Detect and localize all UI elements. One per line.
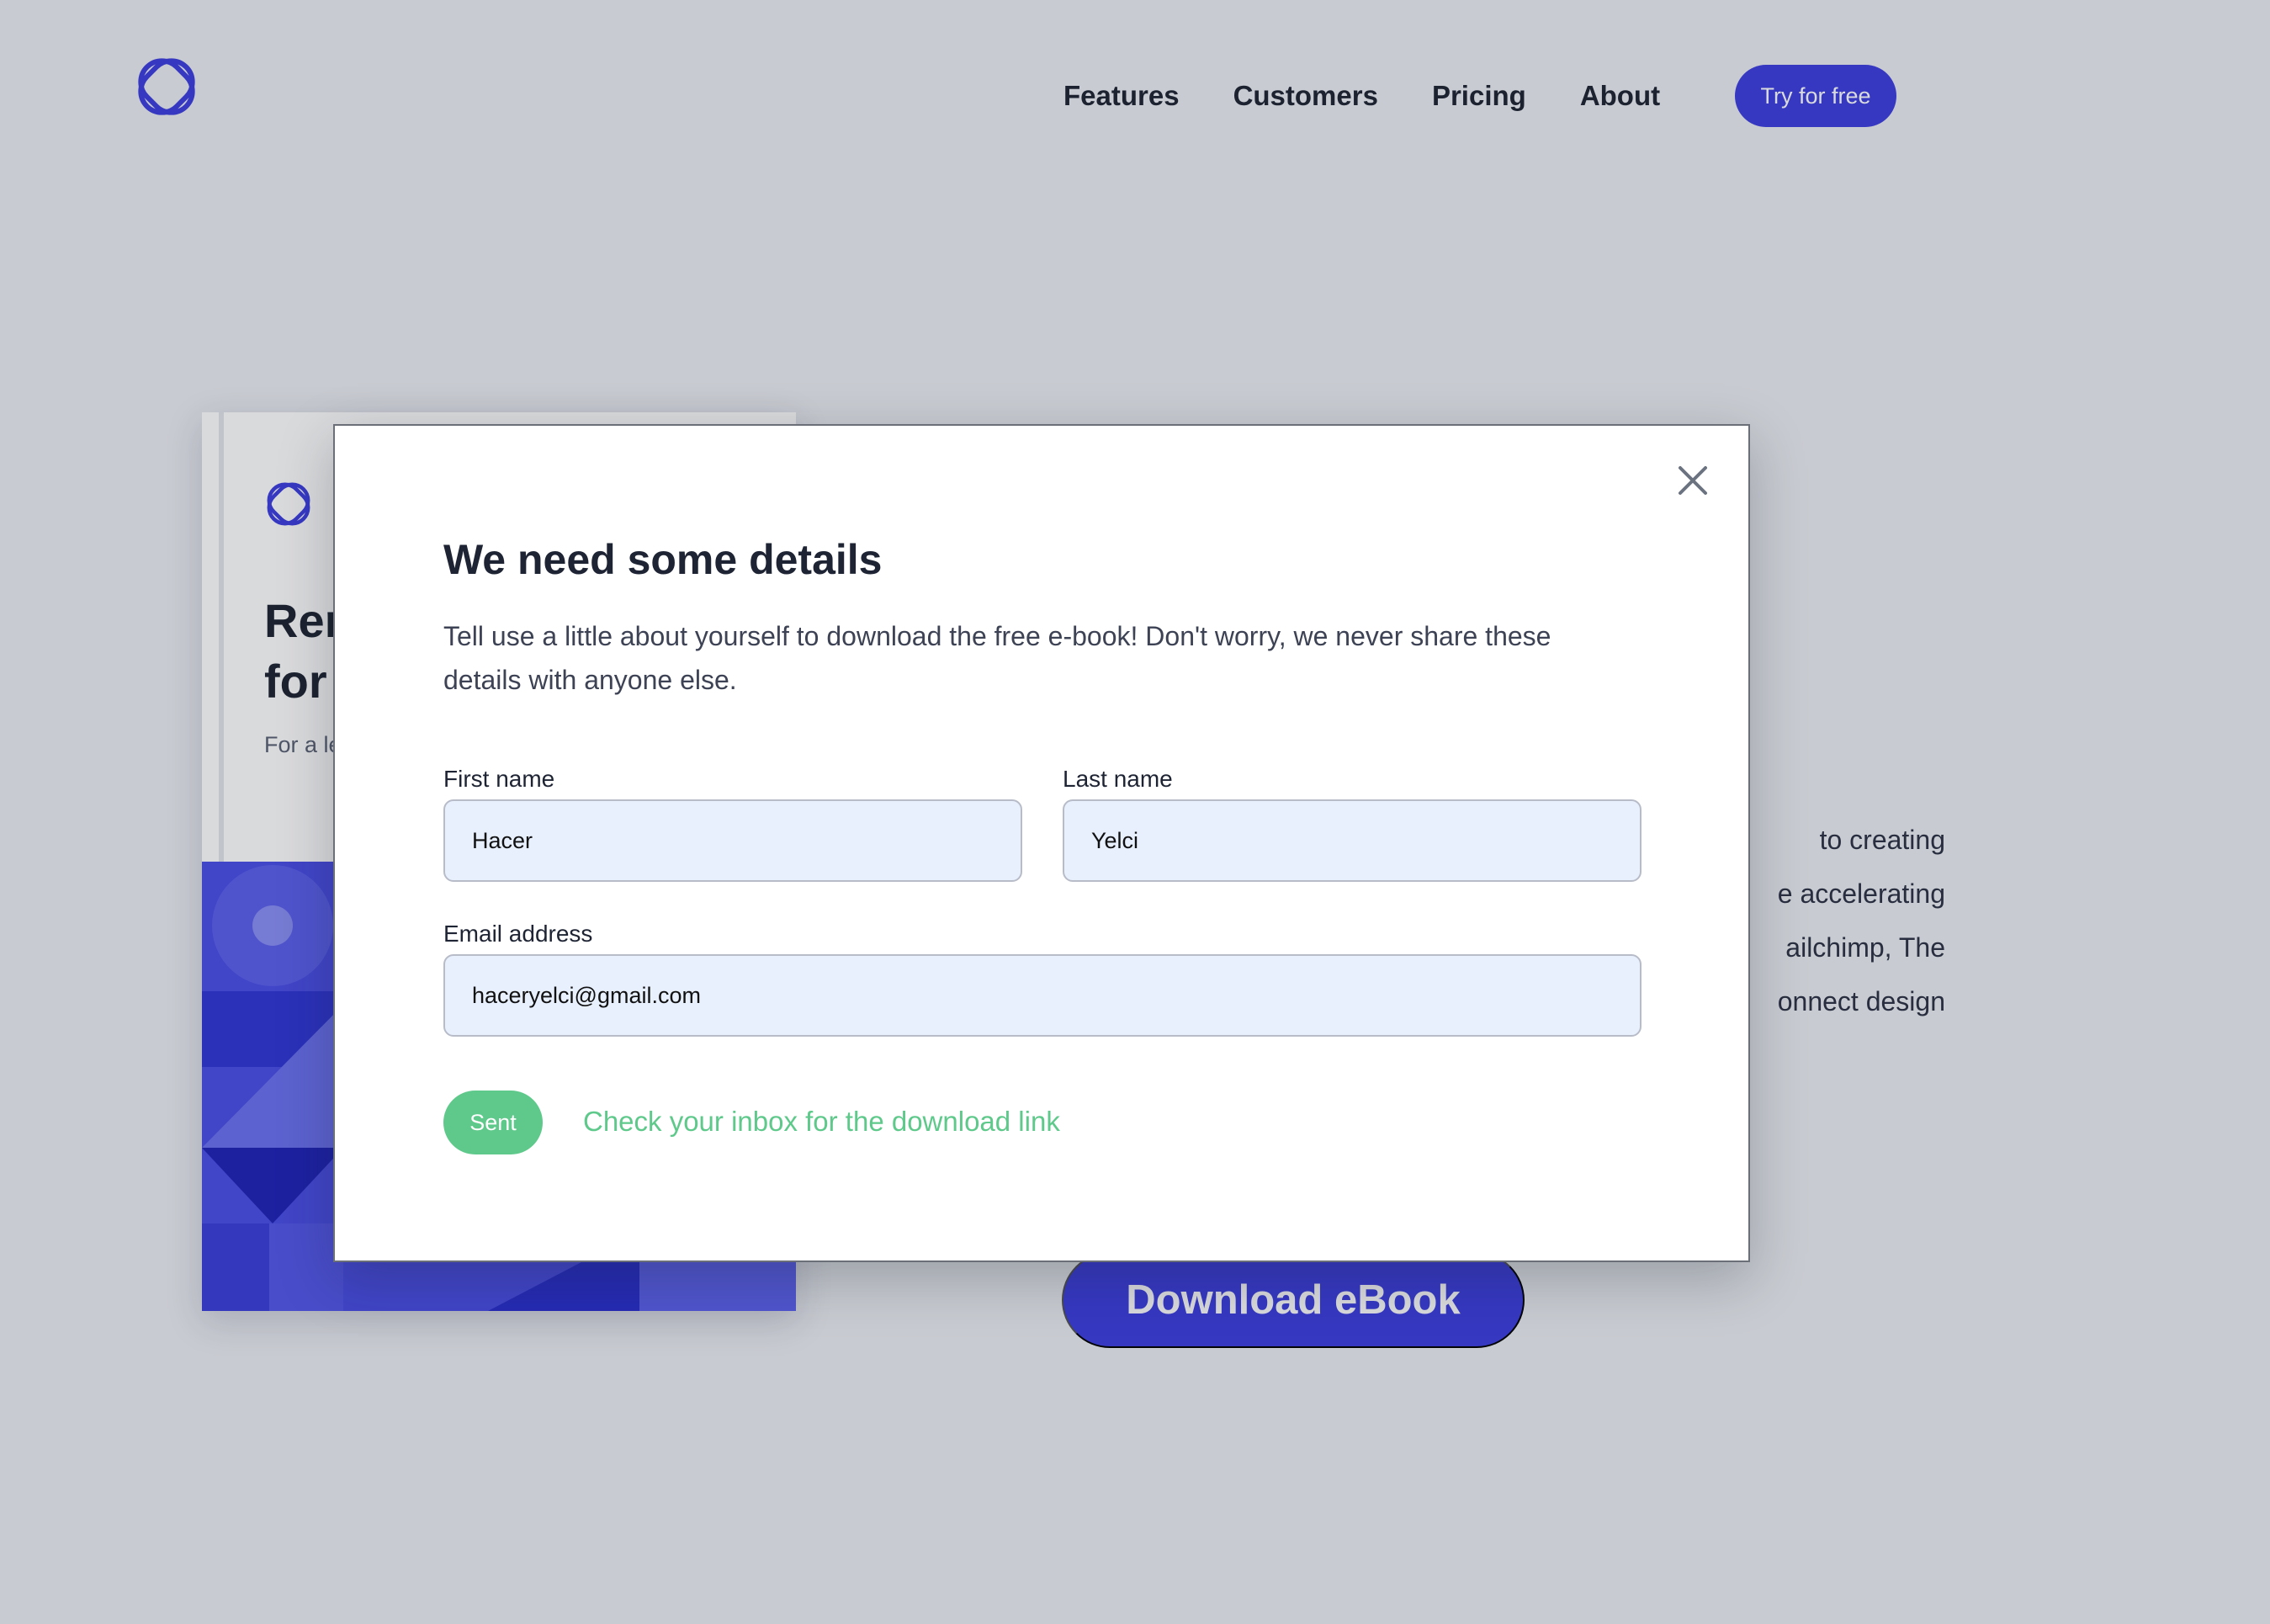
- modal-description: Tell use a little about yourself to down…: [443, 621, 1551, 695]
- details-modal: We need some details Tell use a little a…: [333, 424, 1750, 1262]
- email-field[interactable]: [443, 954, 1642, 1037]
- last-name-input[interactable]: [1063, 799, 1642, 882]
- page: Features Customers Pricing About Try for…: [0, 0, 2270, 1624]
- first-name-input[interactable]: [443, 799, 1022, 882]
- sent-button[interactable]: Sent: [443, 1091, 543, 1154]
- last-name-label: Last name: [1063, 766, 1173, 792]
- modal-title: We need some details: [443, 536, 883, 583]
- close-icon[interactable]: [1675, 463, 1710, 498]
- status-message: Check your inbox for the download link: [583, 1106, 1060, 1137]
- first-name-label: First name: [443, 766, 555, 792]
- email-label: Email address: [443, 921, 593, 947]
